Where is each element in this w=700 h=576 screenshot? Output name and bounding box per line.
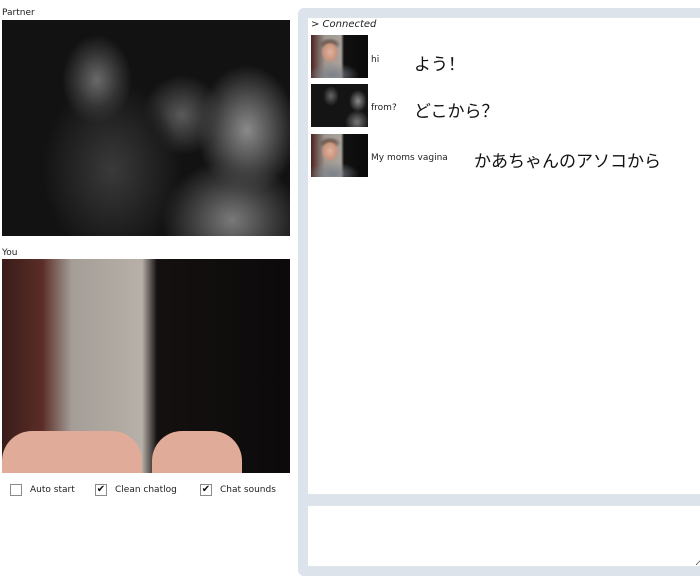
message-text: from? (371, 103, 397, 113)
self-video (2, 259, 290, 473)
self-video-right-arm (152, 431, 242, 473)
clean-chatlog-option[interactable]: ✔ Clean chatlog (95, 484, 177, 496)
message-text: hi (371, 55, 380, 65)
auto-start-label: Auto start (30, 485, 75, 495)
message-translation: かあちゃんのアソコから (474, 152, 661, 172)
message-translation: どこから？ (414, 102, 499, 122)
chat-sounds-label: Chat sounds (220, 485, 276, 495)
message-thumbnail (311, 134, 368, 177)
chat-sounds-checkbox[interactable]: ✔ (200, 484, 212, 496)
auto-start-checkbox[interactable] (10, 484, 22, 496)
message-translation: よう！ (414, 55, 465, 75)
self-video-left-arm (2, 431, 142, 473)
chat-sounds-option[interactable]: ✔ Chat sounds (200, 484, 276, 496)
message-thumbnail (311, 35, 368, 78)
clean-chatlog-checkbox[interactable]: ✔ (95, 484, 107, 496)
auto-start-option[interactable]: Auto start (10, 484, 75, 496)
partner-label: Partner (2, 8, 35, 18)
message-thumbnail (311, 84, 368, 127)
message-text: My moms vagina (371, 153, 448, 163)
clean-chatlog-label: Clean chatlog (115, 485, 177, 495)
partner-video (2, 20, 290, 236)
connection-status: > Connected (311, 19, 377, 30)
you-label: You (2, 248, 18, 258)
chat-input[interactable] (308, 506, 700, 566)
